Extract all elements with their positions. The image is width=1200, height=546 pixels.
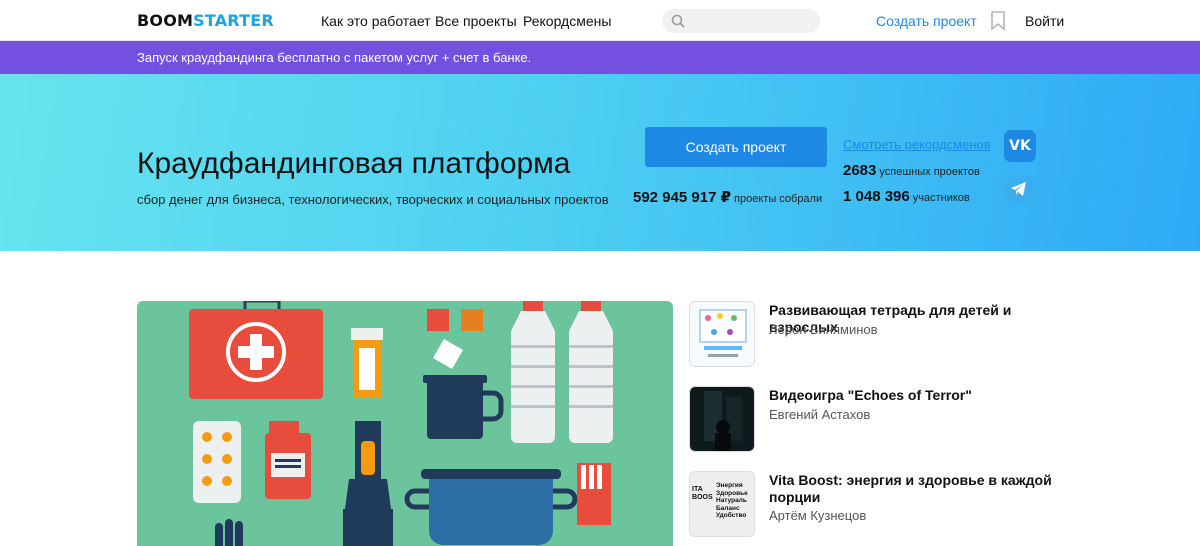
hero-section: Краудфандинговая платформа сбор денег дл… [0,74,1200,251]
telegram-icon[interactable] [1004,174,1034,204]
project-thumbnail[interactable] [689,386,755,452]
project-title[interactable]: Vita Boost: энергия и здоровье в каждой … [769,472,1069,506]
featured-project-banner[interactable] [137,301,673,546]
project-thumbnail[interactable] [689,301,755,367]
stat-participants: 1 048 396 участников [843,188,970,206]
search-input[interactable] [662,9,820,33]
bookmark-icon[interactable] [990,11,1006,31]
promo-text[interactable]: Запуск краудфандинга бесплатно с пакетом… [137,50,531,65]
caption-line: Здоровье [716,489,748,497]
nav-record-holders[interactable]: Рекордсмены [523,13,611,29]
project-card[interactable]: Видеоигра "Echoes of Terror" Евгений Аст… [689,386,1109,456]
search-icon [671,14,685,28]
thumbnail-caption: Энергия Здоровье Натураль Баланс Удобств… [716,482,748,520]
logo-part-boom: BOOM [137,11,194,30]
project-card[interactable]: ITA BOOS Энергия Здоровье Натураль Балан… [689,471,1109,541]
stat-successful-projects: 2683 успешных проектов [843,162,980,180]
money-raised-label: проекты собрали [734,193,823,205]
caption-line: Энергия [716,482,743,489]
emergency-kit-illustration [189,301,613,546]
participants-label: участников [912,192,970,204]
top-header: BOOMSTARTER Как это работает Все проекты… [0,0,1200,41]
nav-how-it-works[interactable]: Как это работает [321,13,431,29]
records-link[interactable]: Смотреть рекордсменов [843,137,991,152]
hero-title: Краудфандинговая платформа [137,147,571,180]
thumbnail-side-text: ITA BOOS [692,486,713,501]
create-project-button[interactable]: Создать проект [645,127,827,167]
participants-value: 1 048 396 [843,188,910,205]
nav-all-projects[interactable]: Все проекты [435,13,517,29]
successful-projects-label: успешных проектов [879,166,980,178]
project-thumbnail[interactable]: ITA BOOS Энергия Здоровье Натураль Балан… [689,471,755,537]
project-author[interactable]: Евгений Астахов [769,407,870,422]
project-author[interactable]: Артём Кузнецов [769,508,866,523]
caption-line: Натураль [716,497,747,504]
money-raised-value: 592 945 917 ₽ [633,189,732,206]
boomstarter-logo[interactable]: BOOMSTARTER [137,11,274,30]
create-project-link[interactable]: Создать проект [876,13,977,29]
login-link[interactable]: Войти [1025,13,1064,29]
successful-projects-value: 2683 [843,162,877,179]
logo-part-starter: STARTER [193,11,274,30]
promo-bar[interactable]: Запуск краудфандинга бесплатно с пакетом… [0,41,1200,74]
vk-icon[interactable]: VK [1004,130,1036,162]
stat-money-raised: 592 945 917 ₽ проекты собрали [633,188,822,207]
project-author[interactable]: Лерон Биняминов [769,322,878,337]
project-title[interactable]: Видеоигра "Echoes of Terror" [769,387,1069,404]
caption-line: Баланс [716,504,740,512]
hero-subtitle: сбор денег для бизнеса, технологических,… [137,192,609,207]
project-card[interactable]: Развивающая тетрадь для детей и взрослых… [689,301,1109,371]
caption-line: Удобство [716,512,747,519]
